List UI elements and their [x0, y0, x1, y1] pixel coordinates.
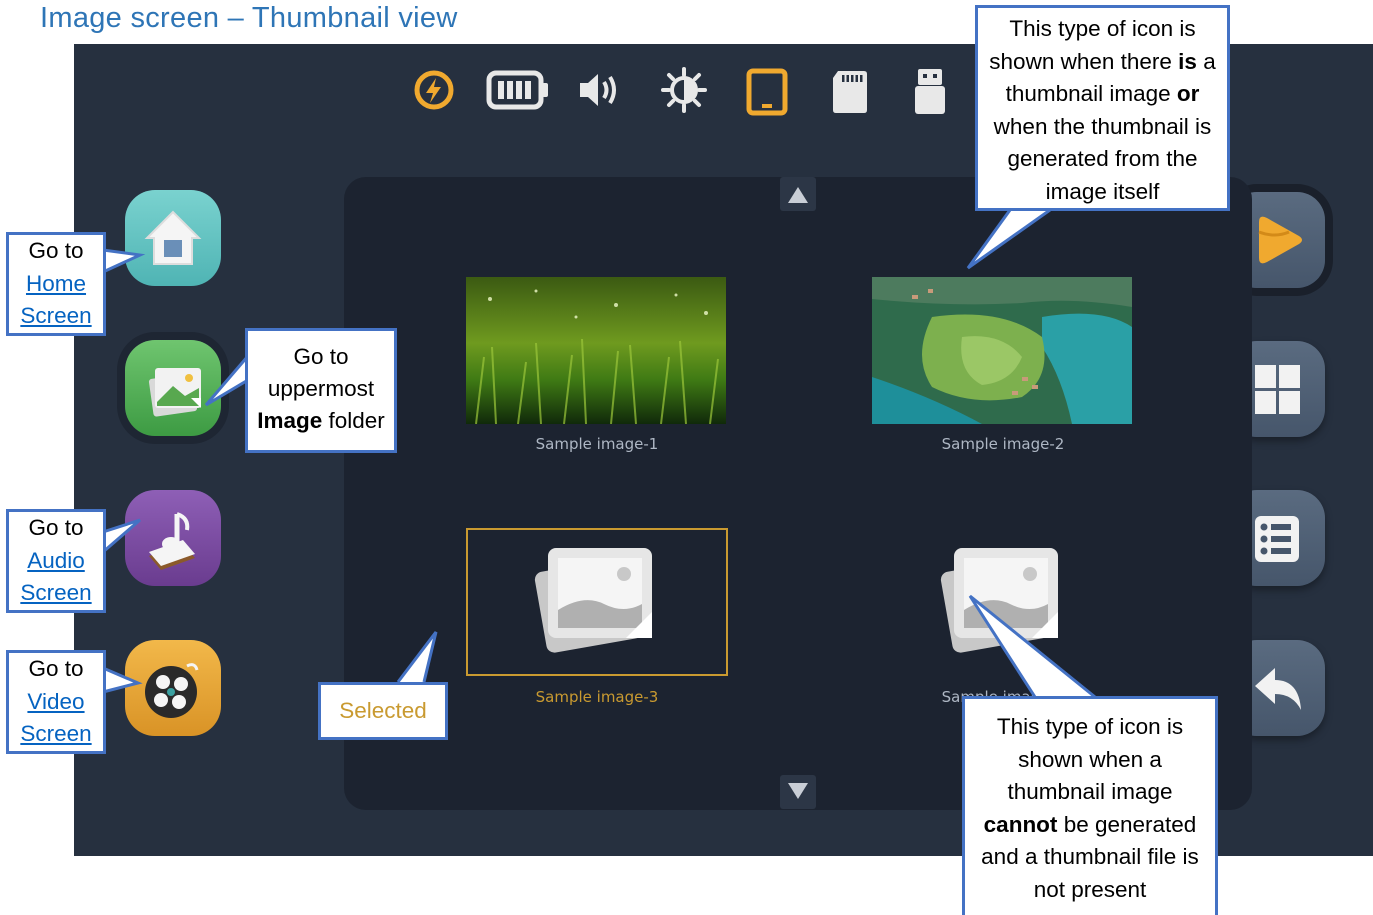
thumbnail-item-selected[interactable]: Sample image-3 [466, 528, 728, 708]
video-screen-link[interactable]: Video [27, 689, 84, 714]
thumbnail-label: Sample image-3 [535, 688, 659, 706]
callout-text: not present [1033, 876, 1147, 902]
callout-text: image itself [1045, 178, 1160, 204]
triangle-up-icon [788, 187, 808, 203]
brightness-icon [661, 67, 707, 113]
thumbnail-label: Sample image-2 [941, 435, 1065, 453]
callout-text: a [1196, 48, 1216, 74]
callout-text: This type of icon is [1009, 16, 1196, 41]
home-app-button[interactable] [125, 190, 221, 286]
page-title: Image screen – Thumbnail view [40, 2, 458, 34]
home-app-icon [144, 210, 202, 265]
audio-app-button[interactable] [125, 490, 221, 586]
video-screen-link[interactable]: Screen [20, 721, 91, 746]
sd-card-icon[interactable] [830, 68, 870, 116]
callout-text: Go to [28, 238, 84, 263]
audio-screen-link[interactable]: Audio [27, 548, 85, 573]
volume-icon [580, 74, 616, 106]
video-app-icon [145, 663, 199, 718]
home-callout: Go to Home Screen [6, 232, 106, 336]
grass-photo-thumbnail [466, 277, 726, 424]
callout-text: thumbnail image [1005, 81, 1177, 106]
video-callout: Go to Video Screen [6, 650, 106, 754]
home-screen-link[interactable]: Home [26, 271, 86, 296]
callout-bold-text: is [1178, 48, 1197, 74]
thumbnail-absent-callout: This type of icon is shown when a thumbn… [962, 696, 1218, 915]
home-screen-link[interactable]: Screen [20, 303, 91, 328]
callout-bold-text: cannot [983, 811, 1058, 837]
thumbnail-item[interactable]: Sample image-1 [466, 277, 728, 477]
image-placeholder-icon [534, 548, 652, 653]
callout-text: shown when a [1018, 746, 1162, 772]
callout-text: be generated [1057, 811, 1197, 837]
callout-text: Go to [293, 344, 349, 369]
callout-text: Go to [28, 656, 84, 681]
battery-icon [486, 70, 548, 110]
video-app-button[interactable] [125, 640, 221, 736]
selected-callout: Selected [318, 682, 448, 740]
power-bolt-icon [414, 70, 454, 110]
audio-callout: Go to Audio Screen [6, 509, 106, 613]
thumbnail-present-callout: This type of icon is shown when there is… [975, 5, 1230, 211]
callout-text: thumbnail image [1007, 779, 1173, 804]
callout-text: uppermost [267, 376, 375, 401]
image-app-icon [148, 368, 201, 417]
callout-bold-text: Image [257, 408, 323, 433]
thumbnail-label: Sample image-1 [535, 435, 659, 453]
thumbnail-item[interactable]: Sample image-2 [872, 277, 1134, 477]
callout-text: shown when there [989, 48, 1179, 74]
callout-text: This type of icon is [996, 714, 1184, 739]
triangle-down-icon [788, 783, 808, 799]
scroll-up-button[interactable] [780, 177, 816, 211]
callout-text: when the thumbnail is [993, 113, 1212, 139]
callout-text: and a thumbnail file is [981, 844, 1199, 869]
audio-app-icon [149, 512, 195, 570]
image-placeholder-icon [940, 548, 1058, 653]
image-app-button[interactable] [125, 340, 221, 436]
callout-bold-text: or [1176, 81, 1200, 106]
callout-text: Go to [28, 515, 84, 540]
aerial-photo-thumbnail [872, 277, 1132, 424]
callout-text: folder [322, 408, 385, 433]
thumbnail-item[interactable]: Sample image-4 [872, 528, 1134, 708]
tablet-icon[interactable] [746, 68, 788, 116]
callout-text: generated from the [1007, 146, 1198, 171]
image-folder-callout: Go to uppermost Image folder [245, 328, 397, 453]
audio-screen-link[interactable]: Screen [20, 580, 91, 605]
usb-drive-icon[interactable] [912, 66, 948, 116]
scroll-down-button[interactable] [780, 775, 816, 809]
